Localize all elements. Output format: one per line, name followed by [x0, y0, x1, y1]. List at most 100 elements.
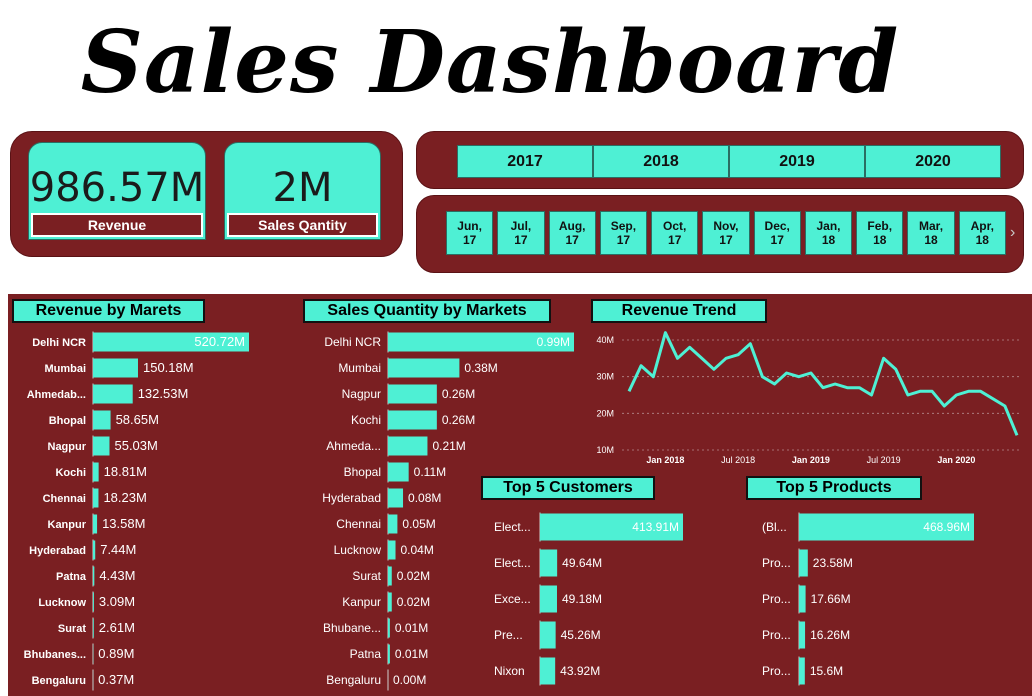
revenue-trend-y-tick: 20M	[596, 408, 614, 418]
revenue_by_markets-category-label: Lucknow	[38, 597, 86, 609]
top_products-category-label: Pro...	[762, 556, 791, 570]
revenue_by_markets-value-label: 520.72M	[194, 334, 245, 349]
quantity_by_markets-bar	[388, 566, 392, 586]
revenue_by_markets-bar	[93, 540, 96, 560]
revenue_by_markets-value-label: 132.53M	[138, 386, 189, 401]
revenue_by_markets-category-label: Patna	[56, 571, 87, 583]
top_customers-value-label: 49.64M	[562, 556, 602, 570]
revenue_by_markets-category-label: Nagpur	[48, 441, 87, 453]
revenue_by_markets-category-label: Kanpur	[48, 519, 87, 531]
revenue_by_markets-value-label: 2.61M	[99, 620, 135, 635]
quantity_by_markets-value-label: 0.26M	[442, 387, 475, 401]
quantity_by_markets-value-label: 0.02M	[397, 569, 430, 583]
top_customers-bar	[540, 585, 557, 613]
revenue_by_markets-category-label: Ahmedab...	[27, 389, 86, 401]
top_customers-value-label: 49.18M	[562, 592, 602, 606]
top_customers-bar	[540, 621, 556, 649]
quantity_by_markets-value-label: 0.00M	[393, 673, 426, 687]
quantity_by_markets-bar	[388, 384, 437, 404]
revenue_by_markets-bar	[93, 358, 138, 378]
revenue_by_markets-value-label: 55.03M	[114, 438, 157, 453]
revenue-trend-x-tick: Jul 2018	[721, 455, 755, 465]
revenue-trend-x-tick: Jul 2019	[867, 455, 901, 465]
top_customers-bar	[540, 549, 558, 577]
revenue-trend-y-tick: 40M	[596, 335, 614, 345]
top_products-bar	[799, 585, 806, 613]
revenue-trend-x-tick: Jan 2020	[937, 455, 975, 465]
quantity_by_markets-bar	[388, 540, 396, 560]
revenue_by_markets-category-label: Bengaluru	[32, 675, 86, 687]
charts-svg-layer: Delhi NCR 520.72M Mumbai 150.18M Ahmedab... 1…	[24, 331, 1022, 691]
top_products-value-label: 16.26M	[810, 628, 850, 642]
quantity_by_markets-category-label: Bengaluru	[326, 673, 381, 687]
revenue_by_markets-category-label: Delhi NCR	[32, 337, 86, 349]
revenue_by_markets-value-label: 0.37M	[98, 672, 134, 687]
quantity_by_markets-category-label: Bhopal	[344, 465, 381, 479]
top_products-value-label: 15.6M	[810, 664, 843, 678]
revenue_by_markets-bar	[93, 462, 99, 482]
quantity_by_markets-value-label: 0.05M	[402, 517, 435, 531]
top_products-value-label: 23.58M	[813, 556, 853, 570]
revenue_by_markets-value-label: 150.18M	[143, 360, 194, 375]
top_customers-value-label: 43.92M	[560, 664, 600, 678]
revenue_by_markets-category-label: Surat	[58, 623, 86, 635]
revenue-trend-line	[627, 331, 1019, 436]
revenue_by_markets-value-label: 18.81M	[104, 464, 147, 479]
quantity_by_markets-category-label: Delhi NCR	[324, 335, 381, 349]
top_products-category-label: Pro...	[762, 664, 791, 678]
quantity_by_markets-bar	[388, 514, 398, 534]
top_products-bar	[799, 657, 805, 685]
top_customers-value-label: 45.26M	[561, 628, 601, 642]
revenue-trend-x-tick: Jan 2019	[792, 455, 830, 465]
quantity_by_markets-value-label: 0.99M	[537, 335, 570, 349]
quantity_by_markets-category-label: Ahmeda...	[326, 439, 381, 453]
revenue_by_markets-value-label: 4.43M	[99, 568, 135, 583]
top_products-category-label: (Bl...	[762, 520, 787, 534]
revenue_by_markets-category-label: Mumbai	[44, 363, 86, 375]
quantity_by_markets-value-label: 0.11M	[414, 465, 446, 479]
revenue_by_markets-value-label: 13.58M	[102, 516, 145, 531]
quantity_by_markets-category-label: Kochi	[351, 413, 381, 427]
revenue_by_markets-category-label: Hyderabad	[29, 545, 86, 557]
quantity_by_markets-value-label: 0.02M	[397, 595, 430, 609]
top_customers-category-label: Nixon	[494, 664, 525, 678]
revenue_by_markets-bar	[93, 514, 98, 534]
revenue_by_markets-bar	[93, 592, 94, 612]
quantity_by_markets-category-label: Bhubane...	[323, 621, 381, 635]
revenue_by_markets-bar	[93, 410, 111, 430]
quantity_by_markets-bar	[388, 592, 392, 612]
revenue-trend-x-tick: Jan 2018	[646, 455, 684, 465]
quantity_by_markets-bar	[388, 462, 409, 482]
top_products-bar	[799, 621, 806, 649]
revenue_by_markets-category-label: Chennai	[43, 493, 86, 505]
quantity_by_markets-category-label: Chennai	[336, 517, 381, 531]
quantity_by_markets-category-label: Nagpur	[342, 387, 381, 401]
top_customers-category-label: Elect...	[494, 520, 531, 534]
quantity_by_markets-bar	[388, 358, 460, 378]
revenue_by_markets-bar	[93, 566, 95, 586]
top_products-bar	[799, 549, 808, 577]
revenue_by_markets-category-label: Kochi	[55, 467, 86, 479]
top_customers-category-label: Pre...	[494, 628, 523, 642]
revenue_by_markets-value-label: 0.89M	[98, 646, 134, 661]
revenue_by_markets-bar	[93, 436, 110, 456]
quantity_by_markets-category-label: Patna	[350, 647, 382, 661]
quantity_by_markets-bar	[388, 436, 428, 456]
top_products-category-label: Pro...	[762, 592, 791, 606]
revenue_by_markets-value-label: 18.23M	[103, 490, 146, 505]
top_products-value-label: 468.96M	[923, 520, 970, 534]
revenue_by_markets-value-label: 58.65M	[116, 412, 159, 427]
top_customers-bar	[540, 657, 556, 685]
quantity_by_markets-value-label: 0.21M	[432, 439, 465, 453]
quantity_by_markets-category-label: Lucknow	[334, 543, 382, 557]
quantity_by_markets-bar	[388, 410, 437, 430]
quantity_by_markets-bar	[388, 488, 404, 508]
revenue_by_markets-bar	[93, 488, 99, 508]
revenue_by_markets-category-label: Bhopal	[49, 415, 86, 427]
quantity_by_markets-category-label: Hyderabad	[322, 491, 381, 505]
revenue-trend-y-tick: 10M	[596, 445, 614, 455]
top_products-category-label: Pro...	[762, 628, 791, 642]
top_customers-category-label: Exce...	[494, 592, 531, 606]
quantity_by_markets-value-label: 0.04M	[401, 543, 434, 557]
quantity_by_markets-category-label: Mumbai	[338, 361, 381, 375]
